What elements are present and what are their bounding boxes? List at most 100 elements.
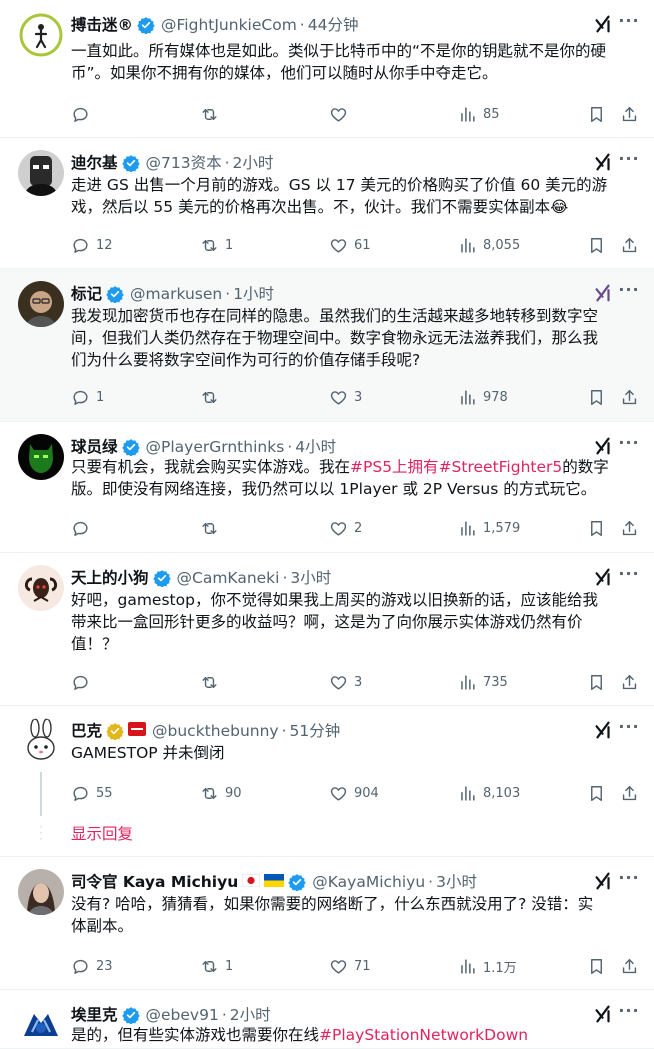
grok-icon[interactable] xyxy=(592,870,614,892)
reply-button[interactable]: 55 xyxy=(71,782,113,804)
bookmark-button[interactable] xyxy=(587,103,606,125)
grok-icon[interactable] xyxy=(592,1003,614,1025)
more-options-icon[interactable]: ··· xyxy=(618,564,640,586)
display-name[interactable]: 天上的小狗 xyxy=(71,567,149,589)
more-options-icon[interactable]: ··· xyxy=(618,11,640,33)
grok-icon[interactable] xyxy=(592,719,614,741)
retweet-button[interactable] xyxy=(200,103,225,125)
grok-icon[interactable] xyxy=(592,151,614,173)
handle[interactable]: @PlayerGrnthinks xyxy=(146,436,285,458)
bookmark-button[interactable] xyxy=(587,782,606,804)
handle[interactable]: @CamKaneki xyxy=(177,567,280,589)
views-button[interactable]: 8,055 xyxy=(458,234,520,256)
reply-button[interactable] xyxy=(71,671,96,693)
timestamp[interactable]: 44分钟 xyxy=(308,14,359,36)
bookmark-button[interactable] xyxy=(587,955,606,977)
more-options-icon[interactable]: ··· xyxy=(618,1001,640,1023)
more-options-icon[interactable]: ··· xyxy=(618,868,640,890)
retweet-button[interactable]: 1 xyxy=(200,955,233,977)
share-button[interactable] xyxy=(620,782,639,804)
share-button[interactable] xyxy=(620,103,639,125)
views-button[interactable]: 1,579 xyxy=(458,517,520,539)
like-button[interactable] xyxy=(329,103,354,125)
woman-portrait-avatar-icon[interactable] xyxy=(18,869,64,915)
timestamp[interactable]: 2小时 xyxy=(233,152,274,174)
grok-icon[interactable] xyxy=(592,282,614,304)
display-name[interactable]: 埃里克 xyxy=(71,1004,118,1026)
retweet-button[interactable] xyxy=(200,671,225,693)
tweet[interactable]: 球员绿 @PlayerGrnthinks · 4小时 ··· 只要有机会，我就会购买实体游… xyxy=(0,422,654,553)
handle[interactable]: @buckthebunny xyxy=(152,720,279,742)
more-options-icon[interactable]: ··· xyxy=(618,280,640,302)
views-button[interactable]: 978 xyxy=(458,386,508,408)
tiger-logo-avatar-icon[interactable] xyxy=(18,1002,64,1048)
display-name[interactable]: 标记 xyxy=(71,283,102,305)
share-button[interactable] xyxy=(620,955,639,977)
tweet[interactable]: 迪尔基 @713资本 · 2小时 ··· 走进 GS 出售一个月前的游戏。GS 以 17 … xyxy=(0,138,654,269)
hashtag-link[interactable]: #PS5上拥有 xyxy=(350,458,439,476)
timestamp[interactable]: 4小时 xyxy=(295,436,336,458)
reply-button[interactable] xyxy=(71,517,96,539)
bookmark-button[interactable] xyxy=(587,234,606,256)
bookmark-button[interactable] xyxy=(587,386,606,408)
views-button[interactable]: 735 xyxy=(458,671,508,693)
grok-icon[interactable] xyxy=(592,566,614,588)
like-button[interactable]: 904 xyxy=(329,782,379,804)
display-name[interactable]: 球员绿 xyxy=(71,436,118,458)
tweet[interactable]: 司令官 Kaya Michiyu @KayaMichiyu · 3小时 ··· 没有? 哈… xyxy=(0,857,654,990)
share-button[interactable] xyxy=(620,517,639,539)
views-button[interactable]: 85 xyxy=(458,103,500,125)
handle[interactable]: @markusen xyxy=(130,283,222,305)
handle[interactable]: @FightJunkieCom xyxy=(161,14,297,36)
display-name[interactable]: 司令官 Kaya Michiyu xyxy=(71,871,238,893)
retweet-button[interactable] xyxy=(200,386,225,408)
display-name[interactable]: 巴克 xyxy=(71,720,102,742)
reply-button[interactable]: 23 xyxy=(71,955,113,977)
hashtag-link[interactable]: #StreetFighter5 xyxy=(439,458,563,476)
like-button[interactable]: 3 xyxy=(329,671,362,693)
bookmark-button[interactable] xyxy=(587,671,606,693)
like-button[interactable]: 71 xyxy=(329,955,371,977)
bookmark-button[interactable] xyxy=(587,517,606,539)
reply-button[interactable] xyxy=(71,103,96,125)
green-mask-avatar-icon[interactable] xyxy=(18,434,64,480)
portrait-avatar-icon[interactable] xyxy=(18,281,64,327)
timestamp[interactable]: 2小时 xyxy=(230,1004,271,1026)
show-replies-link[interactable]: 显示回复 xyxy=(71,823,133,845)
reply-button[interactable]: 12 xyxy=(71,234,113,256)
timestamp[interactable]: 3小时 xyxy=(436,871,477,893)
tweet[interactable]: 巴克 @buckthebunny · 51分钟 ··· GAMESTOP 并未倒闭 55 90… xyxy=(0,706,654,857)
bunny-avatar-icon[interactable] xyxy=(18,718,64,764)
timestamp[interactable]: 3小时 xyxy=(290,567,331,589)
grok-icon[interactable] xyxy=(592,435,614,457)
retweet-button[interactable] xyxy=(200,517,225,539)
timestamp[interactable]: 51分钟 xyxy=(290,720,341,742)
retweet-button[interactable]: 1 xyxy=(200,234,233,256)
ram-skull-avatar-icon[interactable] xyxy=(18,565,64,611)
tweet[interactable]: 天上的小狗 @CamKaneki · 3小时 ··· 好吧，gamestop，你不觉得如果… xyxy=(0,553,654,706)
tweet[interactable]: 标记 @markusen · 1小时 ··· 我发现加密货币也存在同样的隐患。虽然我们的生… xyxy=(0,269,654,422)
retweet-button[interactable]: 90 xyxy=(200,782,242,804)
masked-face-avatar-icon[interactable] xyxy=(18,150,64,196)
handle[interactable]: @KayaMichiyu xyxy=(312,871,425,893)
like-button[interactable]: 2 xyxy=(329,517,362,539)
views-button[interactable]: 1.1万 xyxy=(458,955,517,977)
share-button[interactable] xyxy=(620,386,639,408)
views-button[interactable]: 8,103 xyxy=(458,782,520,804)
more-options-icon[interactable]: ··· xyxy=(618,149,640,171)
share-button[interactable] xyxy=(620,671,639,693)
display-name[interactable]: 搏击迷® xyxy=(71,14,133,36)
fight-junkie-logo-icon[interactable] xyxy=(18,12,64,58)
like-button[interactable]: 3 xyxy=(329,386,362,408)
display-name[interactable]: 迪尔基 xyxy=(71,152,118,174)
reply-button[interactable]: 1 xyxy=(71,386,104,408)
timestamp[interactable]: 1小时 xyxy=(233,283,274,305)
tweet[interactable]: 埃里克 @ebev91 · 2小时 ··· 是的，但有些实体游戏也需要你在线#PlaySt… xyxy=(0,990,654,1049)
tweet[interactable]: 搏击迷® @FightJunkieCom · 44分钟 ··· 一直如此。所有媒体也是如此… xyxy=(0,0,654,138)
more-options-icon[interactable]: ··· xyxy=(618,433,640,455)
hashtag-link[interactable]: #PlayStationNetworkDown xyxy=(319,1026,528,1044)
handle[interactable]: @ebev91 xyxy=(146,1004,219,1026)
more-options-icon[interactable]: ··· xyxy=(618,717,640,739)
share-button[interactable] xyxy=(620,234,639,256)
like-button[interactable]: 61 xyxy=(329,234,371,256)
